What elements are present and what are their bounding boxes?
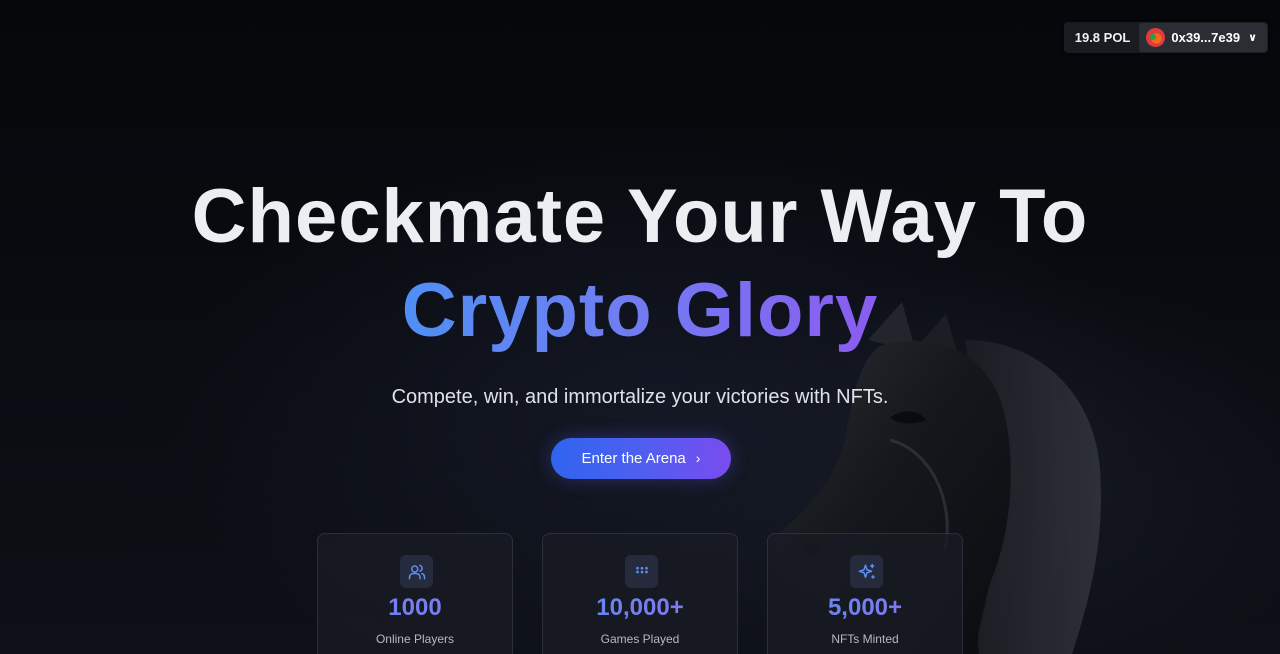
stat-value: 10,000+	[543, 594, 737, 622]
stat-value: 1000	[318, 594, 512, 622]
stat-value: 5,000+	[768, 594, 962, 622]
stat-card-games-played: 10,000+ Games Played	[542, 533, 738, 654]
account-avatar-icon	[1146, 28, 1166, 47]
stat-card-online-players: 1000 Online Players	[317, 533, 513, 654]
chevron-down-icon: ∨	[1248, 32, 1257, 44]
hero-title-line2: Crypto Glory	[401, 268, 879, 353]
wallet-widget: 19.8 POL 0x39...7e39 ∨	[1063, 22, 1268, 53]
wallet-balance[interactable]: 19.8 POL	[1063, 22, 1140, 53]
landing-page: 19.8 POL 0x39...7e39 ∨ Checkmate Your Wa…	[0, 0, 1280, 654]
users-icon	[400, 555, 433, 588]
hero-subtitle: Compete, win, and immortalize your victo…	[391, 386, 889, 408]
stat-label: Online Players	[375, 632, 455, 646]
enter-arena-button[interactable]: Enter the Arena ›	[551, 438, 731, 479]
stat-label: Games Played	[600, 632, 680, 646]
chevron-right-icon: ›	[695, 449, 701, 466]
stat-card-nfts-minted: 5,000+ NFTs Minted	[767, 533, 963, 654]
sparkles-icon	[850, 555, 883, 588]
wallet-address: 0x39...7e39	[1171, 30, 1241, 45]
hero-title-line1: Checkmate Your Way To	[191, 174, 1089, 259]
stat-label: NFTs Minted	[831, 632, 899, 646]
hero-title: Checkmate Your Way To Crypto Glory	[0, 176, 1280, 352]
grid-dots-icon	[625, 555, 658, 588]
enter-arena-label: Enter the Arena	[581, 450, 686, 467]
account-button[interactable]: 0x39...7e39 ∨	[1139, 23, 1267, 52]
